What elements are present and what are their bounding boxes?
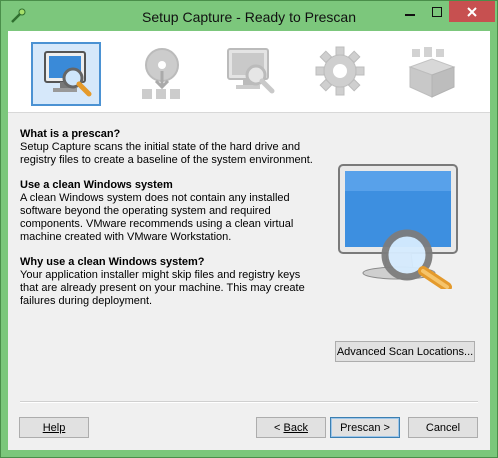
cancel-button[interactable]: Cancel bbox=[408, 417, 478, 438]
step-postscan-icon bbox=[216, 41, 286, 105]
close-button[interactable] bbox=[449, 1, 495, 22]
advanced-scan-locations-label: Advanced Scan Locations... bbox=[336, 345, 474, 358]
minimize-icon bbox=[404, 13, 415, 16]
step-prescan-icon bbox=[31, 42, 101, 106]
dialog-client-area: What is a prescan? Setup Capture scans t… bbox=[8, 31, 490, 450]
info-section: Why use a clean Windows system? Your app… bbox=[20, 256, 320, 308]
title-bar[interactable]: Setup Capture - Ready to Prescan bbox=[1, 1, 497, 31]
step-install-icon bbox=[128, 41, 198, 105]
maximize-icon bbox=[431, 6, 442, 17]
section-heading: Use a clean Windows system bbox=[20, 179, 173, 191]
info-section: What is a prescan? Setup Capture scans t… bbox=[20, 128, 320, 167]
help-button[interactable]: Help bbox=[19, 417, 89, 438]
prescan-label: Prescan > bbox=[340, 421, 390, 434]
back-button[interactable]: < Back bbox=[256, 417, 326, 438]
close-icon bbox=[467, 6, 477, 17]
setup-capture-window: Setup Capture - Ready to Prescan What is… bbox=[0, 0, 498, 458]
maximize-button[interactable] bbox=[423, 1, 450, 22]
step-package-icon bbox=[398, 41, 468, 105]
info-section: Use a clean Windows system A clean Windo… bbox=[20, 179, 320, 244]
wizard-steps-banner bbox=[8, 31, 490, 113]
help-label: Help bbox=[42, 421, 66, 434]
section-body: Setup Capture scans the initial state of… bbox=[20, 141, 313, 166]
section-heading: Why use a clean Windows system? bbox=[20, 256, 205, 268]
prescan-info: What is a prescan? Setup Capture scans t… bbox=[20, 128, 320, 320]
step-configure-icon bbox=[306, 41, 376, 105]
section-body: A clean Windows system does not contain … bbox=[20, 192, 294, 243]
advanced-scan-locations-button[interactable]: Advanced Scan Locations... bbox=[335, 341, 475, 362]
back-label: Back bbox=[283, 421, 308, 434]
section-heading: What is a prescan? bbox=[20, 128, 121, 140]
prescan-button[interactable]: Prescan > bbox=[330, 417, 400, 438]
footer-divider bbox=[20, 401, 478, 403]
cancel-label: Cancel bbox=[425, 421, 461, 434]
section-body: Your application installer might skip fi… bbox=[20, 269, 305, 307]
back-prefix: < bbox=[274, 421, 284, 434]
minimize-button[interactable] bbox=[396, 1, 423, 22]
prescan-monitor-illustration bbox=[338, 164, 458, 289]
